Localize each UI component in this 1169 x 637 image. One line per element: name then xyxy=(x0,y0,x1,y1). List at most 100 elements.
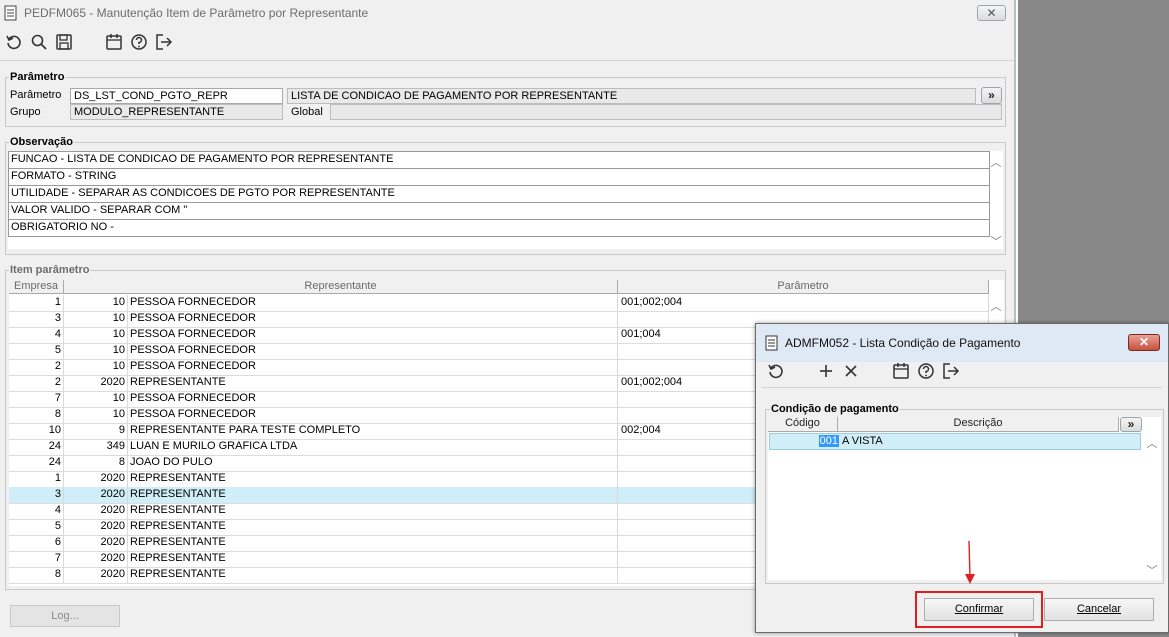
representante-codigo-cell[interactable]: 2020 xyxy=(64,471,128,487)
scroll-up-arrow-icon[interactable]: ︿ xyxy=(1145,435,1159,451)
empresa-cell[interactable]: 3 xyxy=(9,311,64,327)
representante-codigo-cell[interactable]: 2020 xyxy=(64,535,128,551)
empresa-cell[interactable]: 24 xyxy=(9,455,64,471)
save-icon[interactable] xyxy=(54,32,74,52)
dialog-close-button[interactable]: ✕ xyxy=(1128,334,1160,351)
annotation-arrow-icon xyxy=(965,540,975,584)
representante-codigo-cell[interactable]: 2020 xyxy=(64,567,128,583)
grid-scroll-up-icon[interactable]: ︿ xyxy=(989,298,1003,314)
representante-nome-cell[interactable]: REPRESENTANTE xyxy=(128,503,618,519)
representante-codigo-cell[interactable]: 2020 xyxy=(64,551,128,567)
parametro-label: Parâmetro xyxy=(10,89,62,101)
dialog-toolbar-separator xyxy=(762,387,1162,388)
representante-codigo-cell[interactable]: 8 xyxy=(64,455,128,471)
representante-codigo-cell[interactable]: 10 xyxy=(64,311,128,327)
search-icon[interactable] xyxy=(29,32,49,52)
representante-codigo-cell[interactable]: 2020 xyxy=(64,487,128,503)
codigo-cell[interactable]: 001 xyxy=(770,434,839,449)
representante-nome-cell[interactable]: PESSOA FORNECEDOR xyxy=(128,407,618,423)
representante-codigo-cell[interactable]: 2020 xyxy=(64,503,128,519)
empresa-cell[interactable]: 7 xyxy=(9,391,64,407)
scroll-up-arrow-icon[interactable]: ︿ xyxy=(990,154,1002,170)
add-icon[interactable] xyxy=(816,361,836,381)
representante-nome-cell[interactable]: PESSOA FORNECEDOR xyxy=(128,311,618,327)
calendar-icon[interactable] xyxy=(104,32,124,52)
representante-nome-cell[interactable]: REPRESENTANTE xyxy=(128,519,618,535)
empresa-cell[interactable]: 2 xyxy=(9,375,64,391)
representante-nome-cell[interactable]: JOAO DO PULO xyxy=(128,455,618,471)
cancelar-button[interactable]: Cancelar xyxy=(1044,598,1154,621)
representante-nome-cell[interactable]: PESSOA FORNECEDOR xyxy=(128,391,618,407)
representante-nome-cell[interactable]: LUAN E MURILO GRAFICA LTDA xyxy=(128,439,618,455)
refresh-icon[interactable] xyxy=(4,32,24,52)
empresa-cell[interactable]: 1 xyxy=(9,295,64,311)
empresa-cell[interactable]: 4 xyxy=(9,503,64,519)
representante-nome-cell[interactable]: PESSOA FORNECEDOR xyxy=(128,327,618,343)
empresa-cell[interactable]: 8 xyxy=(9,407,64,423)
global-label: Global xyxy=(291,106,323,118)
cancelar-button-label: Cancelar xyxy=(1076,603,1122,615)
empresa-cell[interactable]: 4 xyxy=(9,327,64,343)
column-header-empresa[interactable]: Empresa xyxy=(9,280,64,294)
representante-nome-cell[interactable]: REPRESENTANTE xyxy=(128,535,618,551)
empresa-cell[interactable]: 24 xyxy=(9,439,64,455)
column-header-descricao[interactable]: Descrição xyxy=(838,417,1119,432)
empresa-cell[interactable]: 2 xyxy=(9,359,64,375)
representante-codigo-cell[interactable]: 9 xyxy=(64,423,128,439)
grupo-field: MODULO_REPRESENTANTE xyxy=(70,104,283,120)
empresa-cell[interactable]: 5 xyxy=(9,519,64,535)
representante-codigo-cell[interactable]: 10 xyxy=(64,407,128,423)
column-header-parametro[interactable]: Parâmetro xyxy=(618,280,989,294)
representante-codigo-cell[interactable]: 349 xyxy=(64,439,128,455)
representante-nome-cell[interactable]: REPRESENTANTE xyxy=(128,567,618,583)
representante-nome-cell[interactable]: REPRESENTANTE xyxy=(128,375,618,391)
calendar-icon[interactable] xyxy=(891,361,911,381)
table-row[interactable]: 001 A VISTA xyxy=(769,433,1141,450)
help-icon[interactable] xyxy=(916,361,936,381)
parametro-input[interactable]: DS_LST_COND_PGTO_REPR xyxy=(70,88,283,104)
representante-codigo-cell[interactable]: 10 xyxy=(64,359,128,375)
representante-codigo-cell[interactable]: 2020 xyxy=(64,519,128,535)
observacao-line: FORMATO - STRING xyxy=(8,169,990,186)
representante-codigo-cell[interactable]: 10 xyxy=(64,327,128,343)
close-button[interactable]: ✕ xyxy=(977,5,1006,21)
log-button[interactable]: Log... xyxy=(10,605,120,627)
empresa-cell[interactable]: 6 xyxy=(9,535,64,551)
representante-nome-cell[interactable]: PESSOA FORNECEDOR xyxy=(128,359,618,375)
observacao-line: UTILIDADE - SEPARAR AS CONDICOES DE PGTO… xyxy=(8,186,990,203)
refresh-icon[interactable] xyxy=(766,361,786,381)
representante-nome-cell[interactable]: PESSOA FORNECEDOR xyxy=(128,343,618,359)
exit-icon[interactable] xyxy=(941,361,961,381)
scroll-down-arrow-icon[interactable]: ﹀ xyxy=(990,233,1002,249)
descricao-cell: A VISTA xyxy=(842,435,883,447)
representante-nome-cell[interactable]: REPRESENTANTE xyxy=(128,487,618,503)
representante-nome-cell[interactable]: PESSOA FORNECEDOR xyxy=(128,295,618,311)
scroll-down-arrow-icon[interactable]: ﹀ xyxy=(1145,562,1159,578)
parametro-description-field: LISTA DE CONDICAO DE PAGAMENTO POR REPRE… xyxy=(287,88,976,104)
empresa-cell[interactable]: 3 xyxy=(9,487,64,503)
empresa-cell[interactable]: 10 xyxy=(9,423,64,439)
representante-codigo-cell[interactable]: 10 xyxy=(64,295,128,311)
representante-nome-cell[interactable]: REPRESENTANTE xyxy=(128,551,618,567)
column-header-codigo[interactable]: Código xyxy=(768,417,838,432)
representante-codigo-cell[interactable]: 10 xyxy=(64,391,128,407)
empresa-cell[interactable]: 7 xyxy=(9,551,64,567)
observacao-textarea[interactable]: FUNCAO - LISTA DE CONDICAO DE PAGAMENTO … xyxy=(8,151,1003,249)
empresa-cell[interactable]: 5 xyxy=(9,343,64,359)
representante-nome-cell[interactable]: REPRESENTANTE PARA TESTE COMPLETO xyxy=(128,423,618,439)
expand-column-button[interactable]: » xyxy=(1120,417,1142,432)
help-icon[interactable] xyxy=(129,32,149,52)
column-header-representante[interactable]: Representante xyxy=(64,280,618,294)
delete-icon[interactable] xyxy=(841,361,861,381)
expand-parametro-button[interactable]: » xyxy=(981,87,1002,104)
exit-icon[interactable] xyxy=(154,32,174,52)
confirmar-button[interactable]: Confirmar xyxy=(924,598,1034,621)
empresa-cell[interactable]: 1 xyxy=(9,471,64,487)
representante-codigo-cell[interactable]: 2020 xyxy=(64,375,128,391)
empresa-cell[interactable]: 8 xyxy=(9,567,64,583)
table-row[interactable]: 1 10 PESSOA FORNECEDOR 001;002;004 xyxy=(9,295,989,312)
grupo-label: Grupo xyxy=(10,106,41,118)
parametro-cell[interactable]: 001;002;004 xyxy=(618,295,989,311)
representante-nome-cell[interactable]: REPRESENTANTE xyxy=(128,471,618,487)
representante-codigo-cell[interactable]: 10 xyxy=(64,343,128,359)
